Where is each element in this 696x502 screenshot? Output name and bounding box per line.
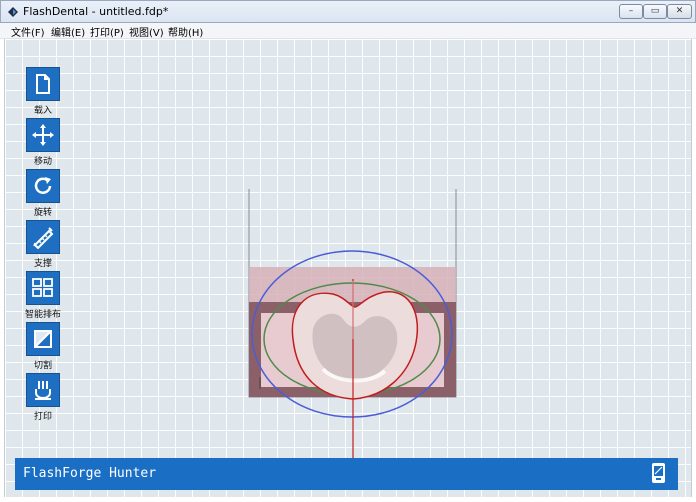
menu-bar: 文件(F) 编辑(E) 打印(P) 视图(V) 帮助(H) — [0, 23, 696, 39]
support-label: 支撑 — [33, 259, 52, 269]
grid-layout-icon — [32, 278, 53, 297]
tool-arrange[interactable]: 智能排布 — [25, 271, 61, 320]
maximize-button[interactable]: ▭ — [643, 4, 667, 19]
tool-support[interactable]: 支撑 — [26, 220, 60, 269]
tool-print[interactable]: 打印 — [26, 373, 60, 422]
support-icon — [33, 227, 54, 249]
close-button[interactable]: ✕ — [667, 4, 692, 19]
move-label: 移动 — [33, 157, 52, 167]
window-title: FlashDental - untitled.fdp* — [23, 5, 169, 18]
move-icon — [32, 124, 54, 146]
minimize-button[interactable]: – — [619, 4, 643, 19]
tool-move[interactable]: 移动 — [26, 118, 60, 167]
load-button[interactable] — [26, 67, 60, 101]
printer-name: FlashForge Hunter — [23, 466, 157, 481]
rotate-button[interactable] — [26, 169, 60, 203]
cut-button[interactable] — [26, 322, 60, 356]
load-label: 载入 — [33, 106, 52, 116]
menu-file[interactable]: 文件(F) — [11, 24, 45, 39]
menu-view[interactable]: 视图(V) — [129, 24, 164, 39]
tool-rotate[interactable]: 旋转 — [26, 169, 60, 218]
menu-help[interactable]: 帮助(H) — [168, 24, 203, 39]
support-button[interactable] — [26, 220, 60, 254]
menu-edit[interactable]: 编辑(E) — [51, 24, 85, 39]
arrange-button[interactable] — [26, 271, 60, 305]
print-icon — [35, 381, 51, 400]
menu-print[interactable]: 打印(P) — [90, 24, 124, 39]
cut-icon — [34, 330, 52, 348]
cut-label: 切割 — [33, 361, 52, 371]
file-icon — [36, 74, 50, 94]
move-button[interactable] — [26, 118, 60, 152]
status-bar: FlashForge Hunter — [15, 458, 678, 490]
print-label: 打印 — [33, 412, 52, 422]
build-volume-scene[interactable] — [245, 189, 475, 489]
tool-load[interactable]: 载入 — [26, 67, 60, 116]
title-bar: FlashDental - untitled.fdp* – ▭ ✕ — [0, 0, 696, 23]
rotate-icon — [34, 177, 52, 194]
3d-viewport[interactable]: 载入 移动 旋转 支撑 智能排布 切割 打印 — [4, 39, 692, 497]
tool-cut[interactable]: 切割 — [26, 322, 60, 371]
rotate-label: 旋转 — [33, 208, 52, 218]
arrange-label: 智能排布 — [24, 310, 61, 320]
print-button[interactable] — [26, 373, 60, 407]
printer-device-icon[interactable] — [651, 462, 666, 484]
app-logo-icon — [8, 7, 18, 17]
